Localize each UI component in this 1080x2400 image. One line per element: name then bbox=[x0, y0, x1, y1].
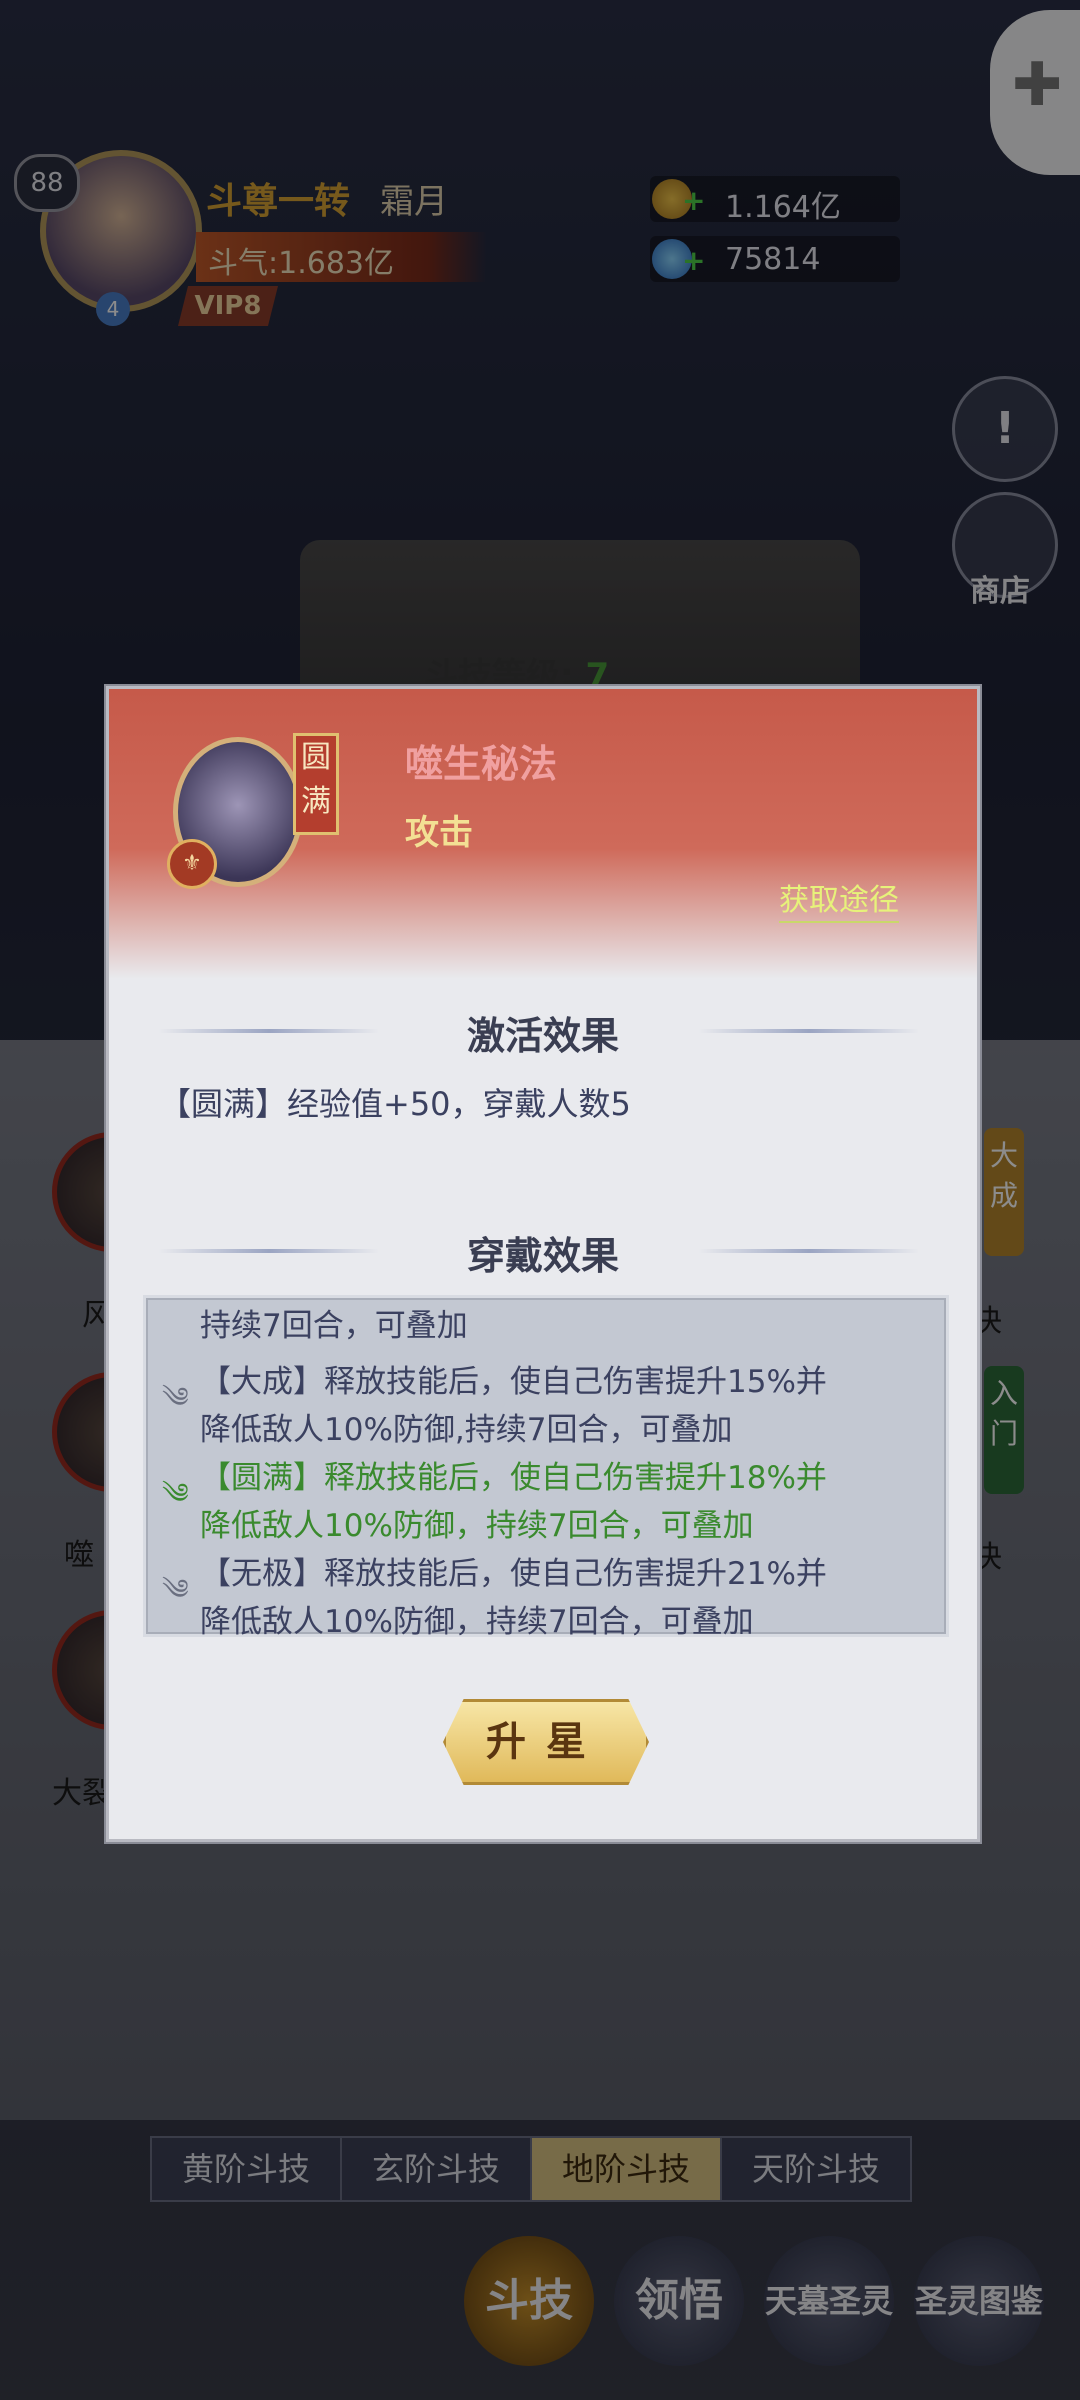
wear-effect-line: 【大成】释放技能后，使自己伤害提升15%并 bbox=[200, 1364, 827, 1400]
swirl-icon: ༄ bbox=[162, 1381, 189, 1414]
wear-effect-title: 穿戴效果 bbox=[466, 1234, 619, 1278]
skill-detail-dialog: 圆满 ⚜ 噬生秘法 攻击 获取途径 激活效果 【圆满】经验值+50，穿戴人数5 … bbox=[106, 686, 980, 1842]
wear-effect-line-active: 降低敌人10%防御，持续7回合，可叠加 bbox=[200, 1508, 754, 1544]
activate-effect-text: 【圆满】经验值+50，穿戴人数5 bbox=[159, 1085, 631, 1123]
wear-effect-line-active: 【圆满】释放技能后，使自己伤害提升18%并 bbox=[200, 1460, 827, 1496]
upgrade-star-button[interactable]: 升星 bbox=[443, 1699, 649, 1785]
wear-effect-list[interactable]: 持续7回合，可叠加 ༄ 【大成】释放技能后，使自己伤害提升15%并 降低敌人10… bbox=[143, 1295, 949, 1640]
swirl-icon: ༄ bbox=[162, 1573, 189, 1606]
wear-effect-line: 降低敌人10%防御,持续7回合，可叠加 bbox=[200, 1412, 733, 1448]
obtain-method-link[interactable]: 获取途径 bbox=[779, 875, 899, 923]
wear-effect-line: 【无极】释放技能后，使自己伤害提升21%并 bbox=[200, 1556, 827, 1592]
swirl-icon: ༄ bbox=[162, 1477, 189, 1510]
wear-effect-line: 持续7回合，可叠加 bbox=[200, 1308, 468, 1344]
wear-effect-line: 降低敌人10%防御，持续7回合，可叠加 bbox=[200, 1604, 754, 1640]
skill-name: 噬生秘法 bbox=[405, 742, 558, 786]
activate-effect-title: 激活效果 bbox=[466, 1014, 619, 1058]
faction-emblem-icon: ⚜ bbox=[167, 839, 217, 889]
skill-type: 攻击 bbox=[405, 813, 473, 853]
grade-badge: 圆满 bbox=[293, 733, 339, 835]
